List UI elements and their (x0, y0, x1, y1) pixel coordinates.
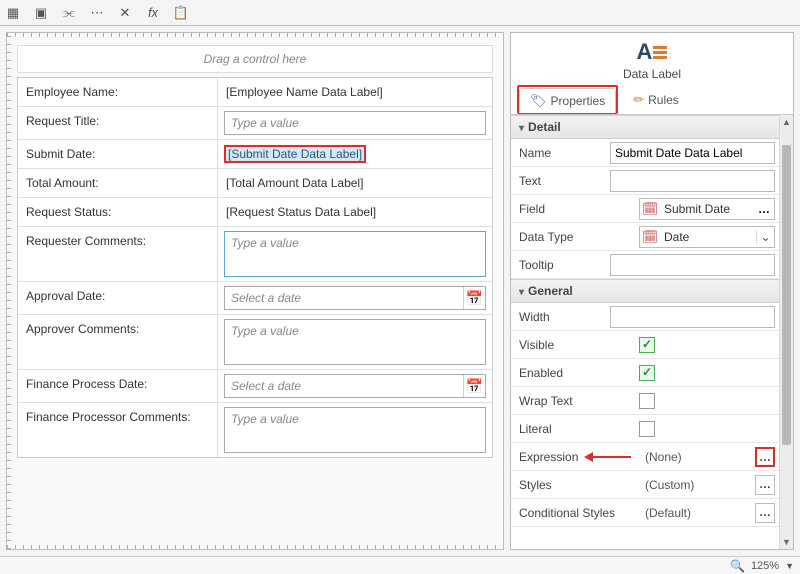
properties-panel: A Data Label 🏷 Properties ✏ Rules ▾Detai… (510, 32, 794, 550)
prop-datatype-picker[interactable]: 🗓 Date ⌄ (639, 226, 775, 248)
prop-condstyles-browse-button[interactable]: … (755, 503, 775, 523)
prop-visible-checkbox[interactable] (639, 337, 655, 353)
prop-datatype-label: Data Type (511, 225, 639, 249)
request-title-textbox[interactable]: Type a value (224, 111, 486, 135)
row-label[interactable]: Requester Comments: (18, 227, 218, 281)
prop-condstyles-value: (Default) (639, 506, 751, 520)
zoom-icon[interactable]: 🔍 (730, 559, 745, 573)
calendar-icon: 🗓 (640, 229, 660, 245)
employee-name-datalabel[interactable]: [Employee Name Data Label] (224, 83, 385, 101)
calendar-icon: 🗓 (640, 201, 660, 217)
section-general[interactable]: ▾General (511, 279, 779, 303)
prop-tooltip-input[interactable] (610, 254, 775, 276)
panel-tabs: 🏷 Properties ✏ Rules (511, 85, 793, 115)
panel-title: Data Label (511, 67, 793, 81)
prop-styles-value: (Custom) (639, 478, 751, 492)
prop-field-label: Field (511, 197, 639, 221)
row-label[interactable]: Total Amount: (18, 169, 218, 197)
image-icon[interactable]: ▣ (32, 4, 50, 22)
panel-header: A Data Label (511, 33, 793, 85)
toolbar: ▦ ▣ ⫘ ⋯ ✕ fx 📋 (0, 0, 800, 26)
prop-width-label: Width (511, 305, 610, 329)
properties-icon: 🏷 (530, 93, 547, 109)
submit-date-datalabel[interactable]: [Submit Date Data Label] (224, 145, 366, 163)
prop-name-label: Name (511, 141, 610, 165)
prop-condstyles-label: Conditional Styles (511, 501, 639, 525)
row-label[interactable]: Approver Comments: (18, 315, 218, 369)
link-icon[interactable]: ⫘ (60, 4, 78, 22)
fx-icon[interactable]: fx (144, 4, 162, 22)
paste-icon[interactable]: 📋 (172, 4, 190, 22)
prop-literal-checkbox[interactable] (639, 421, 655, 437)
chevron-down-icon[interactable]: ⌄ (756, 230, 774, 244)
prop-width-input[interactable] (610, 306, 775, 328)
row-label[interactable]: Request Status: (18, 198, 218, 226)
prop-wraptext-label: Wrap Text (511, 389, 639, 413)
section-detail[interactable]: ▾Detail (511, 115, 779, 139)
prop-styles-browse-button[interactable]: … (755, 475, 775, 495)
prop-tooltip-label: Tooltip (511, 253, 610, 277)
prop-literal-label: Literal (511, 417, 639, 441)
form-designer[interactable]: Drag a control here Employee Name: [Empl… (6, 32, 504, 550)
status-bar: 🔍 125% ▼ (0, 556, 800, 574)
scroll-down-icon[interactable]: ▼ (780, 535, 793, 549)
prop-text-label: Text (511, 169, 610, 193)
tools-icon[interactable]: ✕ (116, 4, 134, 22)
calendar-icon[interactable]: 📅 (463, 287, 485, 309)
zoom-dropdown-icon[interactable]: ▼ (785, 561, 794, 571)
ellipsis-icon[interactable]: … (754, 202, 774, 216)
approver-comments-textarea[interactable]: Type a value (224, 319, 486, 365)
prop-visible-label: Visible (511, 333, 639, 357)
prop-styles-label: Styles (511, 473, 639, 497)
requester-comments-textarea[interactable]: Type a value (224, 231, 486, 277)
prop-wraptext-checkbox[interactable] (639, 393, 655, 409)
row-label[interactable]: Finance Process Date: (18, 370, 218, 402)
prop-text-input[interactable] (610, 170, 775, 192)
approval-date-picker[interactable]: Select a date 📅 (224, 286, 486, 310)
vertical-scrollbar[interactable]: ▲ ▼ (779, 115, 793, 549)
request-status-datalabel[interactable]: [Request Status Data Label] (224, 203, 378, 221)
prop-expression-value: (None) (639, 450, 751, 464)
property-list: ▾Detail Name Text Field 🗓 Submit Date … … (511, 115, 779, 549)
finance-date-picker[interactable]: Select a date 📅 (224, 374, 486, 398)
drop-hint[interactable]: Drag a control here (17, 45, 493, 73)
prop-enabled-checkbox[interactable] (639, 365, 655, 381)
rules-icon: ✏ (633, 92, 644, 108)
row-label[interactable]: Employee Name: (18, 78, 218, 106)
form-table: Employee Name: [Employee Name Data Label… (17, 77, 493, 458)
row-label[interactable]: Request Title: (18, 107, 218, 139)
prop-enabled-label: Enabled (511, 361, 639, 385)
highlight-box: 🏷 Properties (517, 85, 618, 114)
row-label[interactable]: Approval Date: (18, 282, 218, 314)
form-icon[interactable]: ▦ (4, 4, 22, 22)
scroll-up-icon[interactable]: ▲ (780, 115, 793, 129)
prop-expression-label: Expression (511, 445, 639, 469)
annotation-arrow (584, 452, 631, 462)
total-amount-datalabel[interactable]: [Total Amount Data Label] (224, 174, 365, 192)
tab-properties[interactable]: 🏷 Properties (519, 88, 616, 113)
zoom-value[interactable]: 125% (751, 560, 779, 572)
prop-field-picker[interactable]: 🗓 Submit Date … (639, 198, 775, 220)
tab-rules[interactable]: ✏ Rules (622, 85, 690, 114)
prop-name-input[interactable] (610, 142, 775, 164)
more-icon[interactable]: ⋯ (88, 4, 106, 22)
row-label[interactable]: Submit Date: (18, 140, 218, 168)
finance-comments-textarea[interactable]: Type a value (224, 407, 486, 453)
prop-expression-browse-button[interactable]: … (755, 447, 775, 467)
calendar-icon[interactable]: 📅 (463, 375, 485, 397)
row-label[interactable]: Finance Processor Comments: (18, 403, 218, 457)
datalabel-logo-icon: A (637, 39, 668, 65)
scroll-thumb[interactable] (782, 145, 791, 445)
